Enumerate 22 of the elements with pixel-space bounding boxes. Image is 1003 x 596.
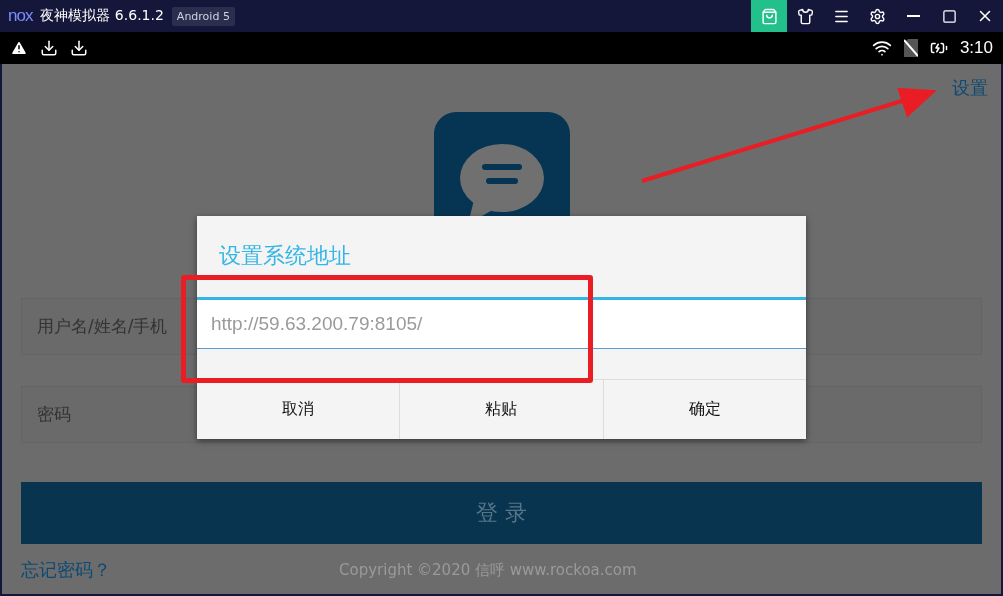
login-button[interactable]: 登 录	[21, 482, 982, 544]
settings-link[interactable]: 设置	[952, 76, 988, 100]
dialog-title: 设置系统地址	[219, 242, 352, 270]
no-sim-icon	[903, 39, 918, 57]
download-icon	[40, 39, 58, 57]
maximize-icon	[941, 8, 957, 24]
clock-time: 3:10	[959, 38, 993, 58]
dialog-button[interactable]: 取消	[197, 380, 400, 439]
download-icon	[70, 39, 88, 57]
window-title: 夜神模拟器 6.6.1.2	[40, 7, 164, 25]
wifi-icon	[871, 38, 892, 58]
dialog-button[interactable]: 确定	[602, 380, 806, 439]
shirt-icon	[796, 7, 814, 25]
minimize-icon	[906, 15, 920, 17]
version-badge: Android 5	[171, 6, 235, 26]
address-input[interactable]: http://59.63.200.79:8105/	[197, 297, 806, 349]
dialog-button[interactable]: 粘贴	[399, 380, 603, 439]
app-logo: nox	[8, 6, 33, 26]
settings-icon	[868, 7, 886, 25]
shopping-bag-icon	[760, 7, 778, 25]
forgot-password-link[interactable]: 忘记密码？	[21, 558, 111, 582]
warning-icon	[10, 39, 28, 57]
